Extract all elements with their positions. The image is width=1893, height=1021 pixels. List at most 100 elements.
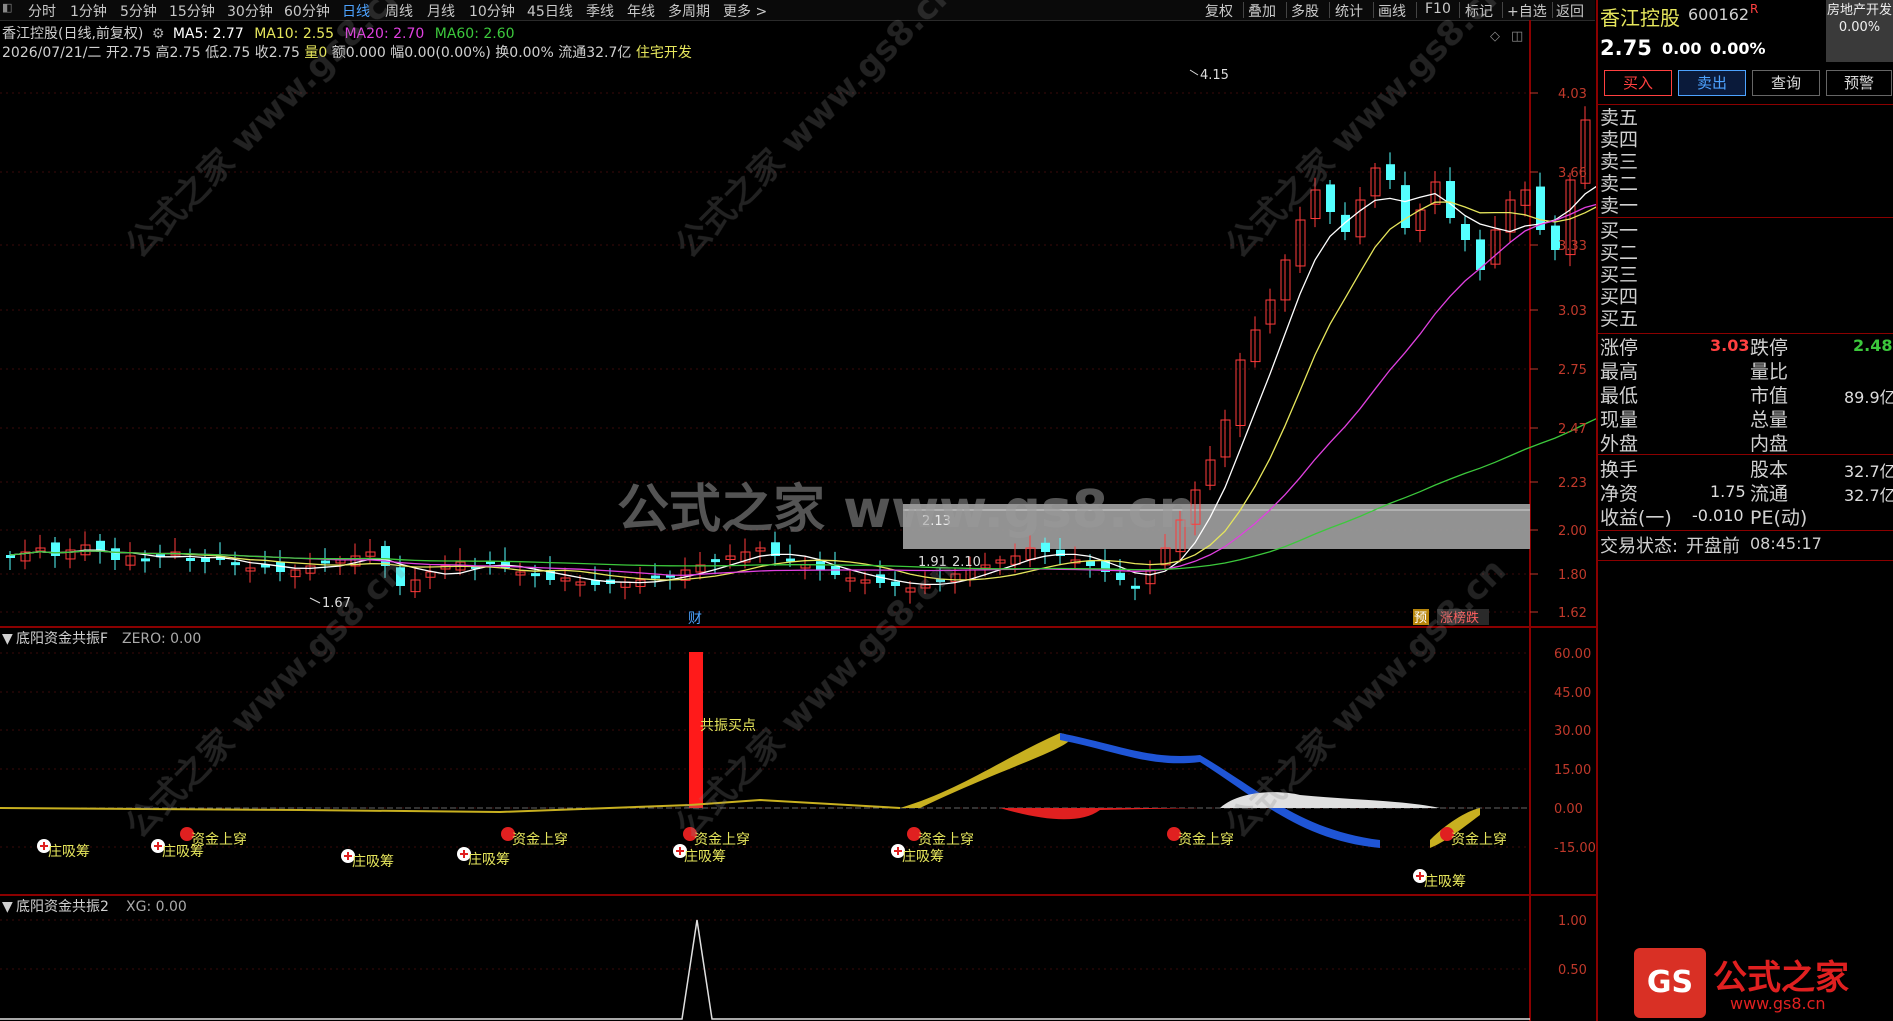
stat-vol-ratio-label: 量比 [1750, 361, 1789, 383]
marker-label: 资金上穿 [1178, 832, 1234, 848]
trade-time: 08:45:17 [1750, 534, 1822, 553]
marker-label: 庄吸筹 [352, 853, 394, 870]
logo-badge-text: GS [1646, 965, 1694, 1000]
stat-pe-label: PE(动) [1750, 507, 1808, 529]
marker-label: 庄吸筹 [48, 843, 90, 860]
stat-low-label: 最低 [1600, 385, 1639, 407]
marker-label: 庄吸筹 [902, 848, 944, 865]
candle-body-down [1446, 181, 1455, 218]
ind2-title[interactable]: 底阳资金共振2 [16, 899, 109, 915]
y-tick-label: 0.50 [1558, 963, 1587, 978]
diamond-icon[interactable]: ◇ [1490, 29, 1500, 44]
stat-float-value: 32.7亿 [1844, 486, 1893, 505]
y-tick-label: 1.62 [1558, 606, 1587, 621]
stat-eps-label: 收益(一) [1600, 507, 1672, 529]
y-tick-label: 1.80 [1558, 568, 1587, 583]
stock-name: 香江控股 [1600, 6, 1680, 30]
marker-label: 资金上穿 [512, 832, 568, 848]
candle-body-down [321, 560, 330, 564]
candle-body-down [1461, 223, 1470, 240]
kline-chart-canvas[interactable]: ◇ ◫ 2.13 4.15 1.67 1.91 2.10 财 预 涨榜跌 4.0… [0, 0, 1596, 1021]
candle-body-down [1386, 164, 1395, 180]
ind1-yellow-area [900, 733, 1071, 808]
ind2-param: XG: 0.00 [126, 899, 187, 915]
y-tick-label: 0.00 [1554, 802, 1583, 817]
y-tick-label: 45.00 [1554, 686, 1591, 701]
watermark-center: 公式之家 www.gs8.cn [617, 480, 1196, 540]
stat-inner-label: 内盘 [1750, 433, 1789, 455]
logo-name: 公式之家 [1713, 958, 1849, 998]
last-price: 2.75 [1600, 36, 1652, 60]
marker-label: 庄吸筹 [1424, 873, 1466, 890]
finance-badge[interactable]: 财 [688, 611, 702, 627]
stat-total-vol-label: 总量 [1750, 409, 1789, 431]
ind2-collapse-icon[interactable]: ▼ [2, 899, 13, 915]
candle-body-down [711, 559, 720, 563]
stat-limit-up-label: 涨停 [1600, 337, 1639, 359]
y-tick-label: 1.00 [1558, 914, 1587, 929]
trade-status-label: 交易状态: [1600, 536, 1679, 557]
stock-code: 600162 [1688, 5, 1750, 24]
candle-body-down [51, 542, 60, 556]
watermark-4: 公式之家 www.gs8.cn [118, 551, 414, 847]
ind1-red-area [900, 808, 1200, 820]
candle-body-down [651, 575, 660, 579]
candle-body-down [891, 581, 900, 586]
stat-eps-value: -0.010 [1692, 506, 1744, 525]
stat-outer-label: 外盘 [1600, 433, 1639, 455]
stat-limit-down-value: 2.48 [1853, 336, 1893, 355]
query-button[interactable]: 查询 [1752, 70, 1820, 96]
candle-body-down [1116, 572, 1125, 580]
y-tick-label: 3.33 [1558, 239, 1587, 254]
support-label-2: 2.10 [952, 555, 981, 570]
trade-status: 开盘前 [1686, 536, 1740, 557]
buy-button[interactable]: 买入 [1604, 70, 1672, 96]
stat-shares-value: 32.7亿 [1844, 462, 1893, 481]
candle-body-down [1326, 184, 1335, 212]
stat-nav-label: 净资 [1600, 483, 1639, 505]
price-change: 0.00 [1662, 39, 1702, 58]
stat-nav-value: 1.75 [1710, 482, 1746, 501]
watermark-2: 公式之家 www.gs8.cn [668, 0, 964, 266]
stat-mktcap-label: 市值 [1750, 385, 1789, 407]
watermark-1: 公式之家 www.gs8.cn [118, 0, 414, 266]
sell-button[interactable]: 卖出 [1678, 70, 1746, 96]
stat-high-label: 最高 [1600, 361, 1639, 383]
y-tick-label: 60.00 [1554, 647, 1591, 662]
y-tick-label: -15.00 [1554, 841, 1596, 856]
y-tick-label: 2.23 [1558, 476, 1587, 491]
stat-turnover-label: 换手 [1600, 459, 1639, 481]
candle-body-down [876, 574, 885, 583]
ind1-param: ZERO: 0.00 [122, 631, 201, 647]
candle-body-down [1041, 542, 1050, 552]
ask-1: 卖一 [1600, 195, 1639, 217]
quote-panel: 香江控股 600162 R 房地产开发 0.00% 2.75 0.00 0.00… [1596, 0, 1893, 1021]
ind1-signal-label: 共振买点 [700, 718, 756, 734]
bid-5: 买五 [1600, 308, 1639, 330]
y-tick-label: 2.00 [1558, 524, 1587, 539]
candle-body-down [111, 548, 120, 560]
ind1-title[interactable]: 底阳资金共振F [16, 631, 108, 647]
candle-body-down [186, 557, 195, 561]
y-tick-label: 15.00 [1554, 763, 1591, 778]
y-tick-label: 2.47 [1558, 422, 1587, 437]
stat-cur-vol-label: 现量 [1600, 409, 1639, 431]
stock-flag: R [1750, 2, 1759, 16]
alert-button[interactable]: 预警 [1826, 70, 1892, 96]
ind1-collapse-icon[interactable]: ▼ [2, 631, 13, 647]
stat-limit-down-label: 跌停 [1750, 337, 1789, 359]
candle-body-down [231, 562, 240, 566]
stat-mktcap-value: 89.9亿 [1844, 388, 1893, 407]
y-tick-label: 30.00 [1554, 724, 1591, 739]
sector-pct: 0.00% [1838, 20, 1881, 35]
logo-url: www.gs8.cn [1730, 994, 1826, 1013]
window-icon[interactable]: ◫ [1511, 29, 1523, 44]
y-tick-label: 3.66 [1558, 166, 1587, 181]
candle-body-down [1131, 585, 1140, 589]
y-tick-label: 2.75 [1558, 363, 1587, 378]
sector-name: 房地产开发 [1826, 3, 1892, 18]
sector-badge[interactable]: 房地产开发 0.00% [1826, 0, 1893, 62]
marker-label: 庄吸筹 [468, 851, 510, 868]
candle-body-down [141, 558, 150, 562]
price-pct: 0.00% [1710, 39, 1766, 58]
